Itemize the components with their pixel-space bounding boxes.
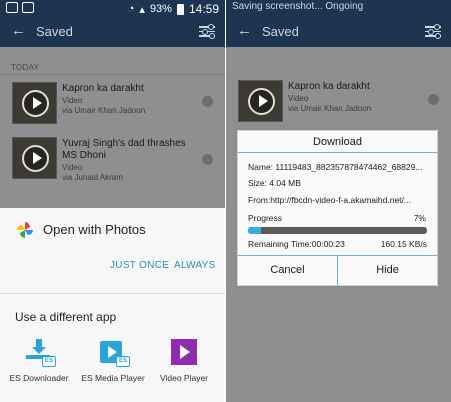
app-label: ES Media Player — [81, 373, 145, 383]
item-title: Kapron ka darakht — [62, 83, 144, 94]
dialog-title: Download — [238, 131, 437, 153]
progress-percent: 7% — [413, 213, 426, 223]
app-option-es-media-player[interactable]: ES ES Media Player — [78, 339, 148, 383]
left-screen: ◔ ▴ 93% 14:59 ← Saved TODAY Kapron ka da… — [0, 0, 225, 402]
list-item[interactable]: Kapron ka darakht Video via Umair Khan J… — [12, 82, 225, 128]
just-once-button[interactable]: JUST ONCE — [110, 260, 169, 271]
back-arrow-icon[interactable]: ← — [237, 22, 252, 39]
battery-icon — [176, 3, 184, 15]
back-arrow-icon[interactable]: ← — [11, 22, 26, 39]
app-label: Video Player — [159, 373, 209, 383]
divider — [0, 74, 225, 75]
photos-icon — [17, 222, 33, 238]
filter-icon[interactable] — [425, 24, 441, 38]
open-with-sheet: Open with Photos JUST ONCE ALWAYS Use a … — [0, 208, 225, 402]
list-item[interactable]: Yuvraj Singh's dad thrashes MS Dhoni Vid… — [12, 137, 225, 183]
filter-icon[interactable] — [199, 24, 215, 38]
play-icon — [22, 145, 49, 172]
file-source: From:http://fbcdn-video-f-a.akamaihd.net… — [248, 195, 411, 205]
page-title: Saved — [36, 24, 73, 39]
video-thumbnail[interactable] — [12, 137, 57, 179]
app-bar: ← Saved — [0, 17, 225, 47]
download-speed: 160.15 KB/s — [380, 239, 427, 249]
item-type: Video — [288, 94, 309, 103]
remaining-time: Remaining Time:00:00:23 — [248, 239, 345, 249]
download-dialog: Download Name: 11119483_882357878474462_… — [237, 130, 438, 286]
more-options-icon[interactable] — [202, 96, 213, 107]
video-thumbnail[interactable] — [12, 82, 57, 124]
battery-percent: 93% — [149, 3, 172, 15]
file-name: Name: 11119483_882357878474462_68829... — [248, 162, 423, 172]
item-type: Video — [62, 96, 83, 105]
app-option-es-downloader[interactable]: ES ES Downloader — [4, 339, 74, 383]
status-notification: Saving screenshot... Ongoing — [232, 1, 364, 12]
progress-bar — [248, 227, 427, 234]
video-thumbnail[interactable] — [238, 80, 283, 122]
app-label: ES Downloader — [9, 373, 69, 383]
item-type: Video — [62, 163, 83, 172]
status-bar: Saving screenshot... Ongoing — [226, 0, 451, 17]
item-title: Kapron ka darakht — [288, 81, 370, 92]
file-size: Size: 4.04 MB — [248, 178, 301, 188]
gallery-notification-icon — [22, 2, 34, 13]
page-title: Saved — [262, 24, 299, 39]
video-player-icon — [169, 339, 199, 367]
es-downloader-icon: ES — [24, 339, 56, 367]
wifi-icon: ◔ — [127, 3, 135, 15]
signal-icon: ▴ — [139, 3, 145, 16]
use-different-app-heading: Use a different app — [15, 310, 117, 324]
play-icon — [248, 88, 275, 115]
more-options-icon[interactable] — [428, 94, 439, 105]
app-bar: ← Saved — [226, 17, 451, 47]
progress-fill — [248, 227, 261, 234]
play-icon — [22, 90, 49, 117]
section-header: TODAY — [11, 63, 40, 72]
item-source: via Junaid Akram — [62, 173, 123, 182]
es-media-player-icon: ES — [98, 339, 130, 367]
status-time: 14:59 — [188, 2, 219, 16]
item-source: via Umair Khan Jadoon — [62, 106, 146, 115]
item-source: via Umair Khan Jadoon — [288, 104, 372, 113]
divider — [0, 293, 225, 294]
more-options-icon[interactable] — [202, 154, 213, 165]
open-with-title: Open with Photos — [43, 222, 146, 237]
item-title: Yuvraj Singh's dad thrashes MS Dhoni — [62, 138, 186, 161]
hide-button[interactable]: Hide — [337, 256, 437, 285]
cancel-button[interactable]: Cancel — [238, 256, 337, 285]
right-screen: Saving screenshot... Ongoing ← Saved Kap… — [226, 0, 451, 402]
list-item[interactable]: Kapron ka darakht Video via Umair Khan J… — [238, 80, 451, 126]
app-option-video-player[interactable]: Video Player — [149, 339, 219, 383]
always-button[interactable]: ALWAYS — [174, 260, 216, 271]
image-notification-icon — [6, 2, 18, 13]
dialog-buttons: Cancel Hide — [238, 255, 437, 285]
status-bar: ◔ ▴ 93% 14:59 — [0, 0, 225, 17]
progress-label: Progress — [248, 213, 283, 223]
